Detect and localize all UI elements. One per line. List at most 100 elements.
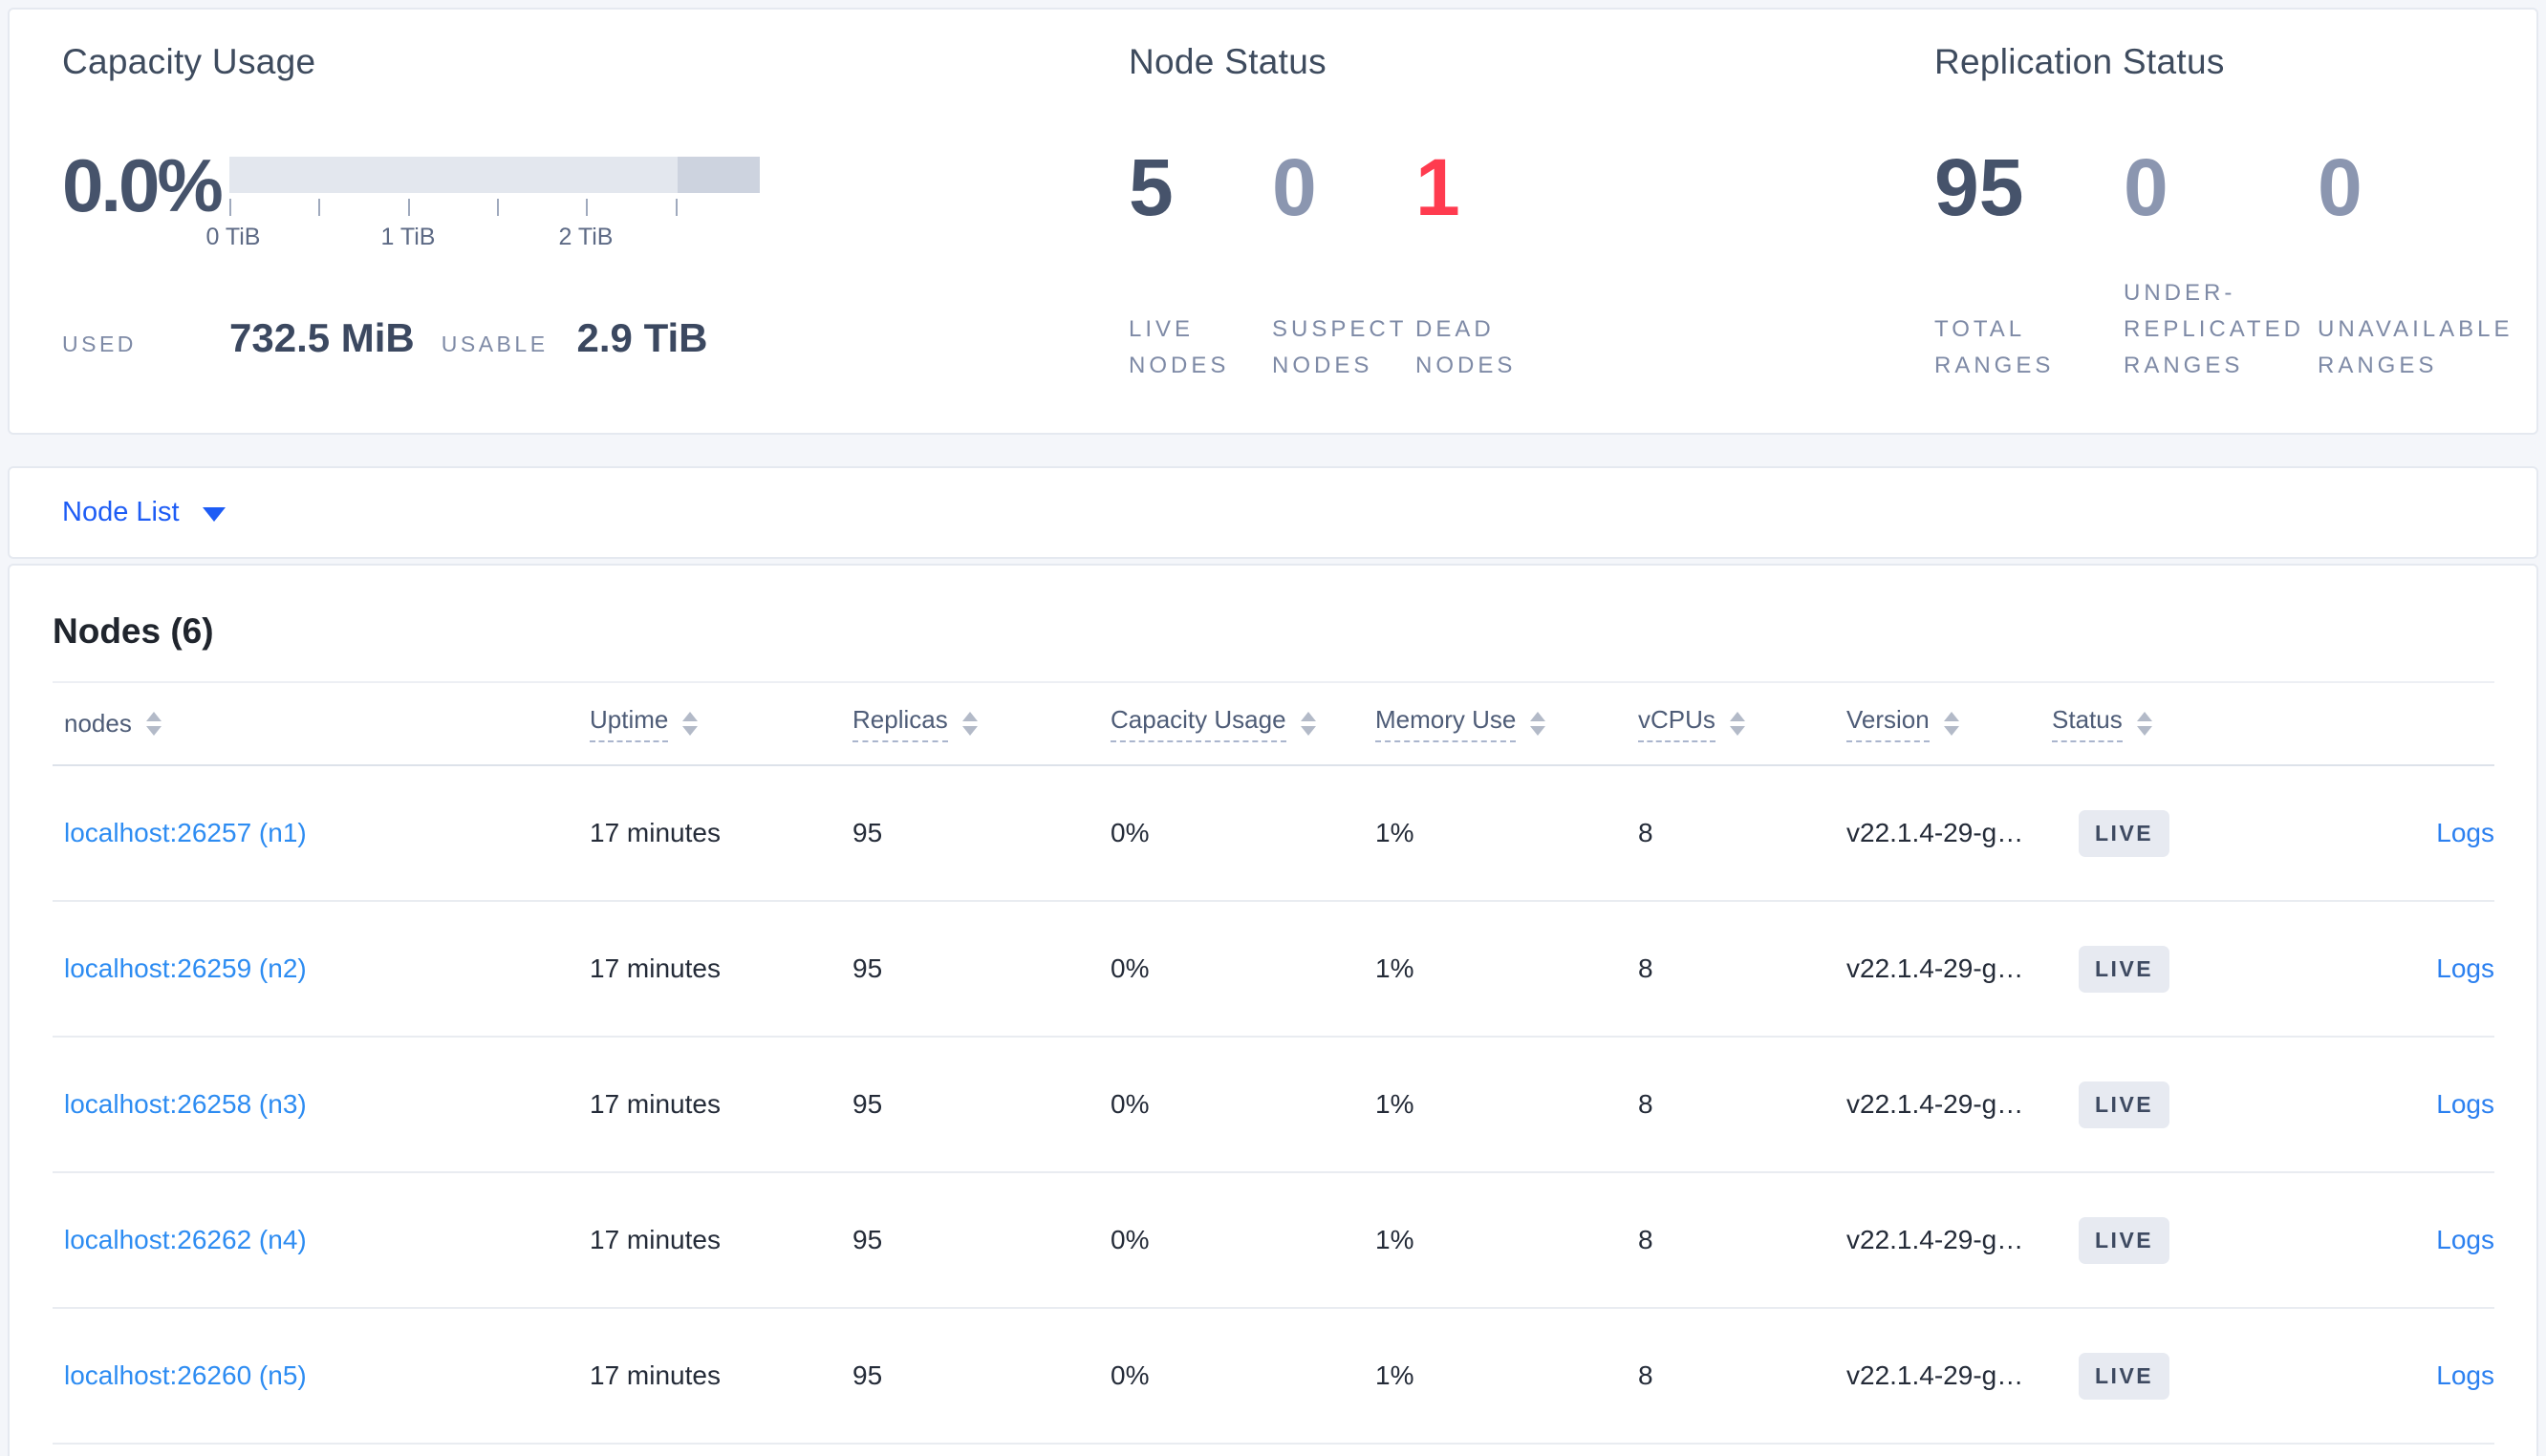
capacity-bar-chart: 0 TiB 1 TiB 2 TiB (206, 155, 760, 254)
nodes-table-title: Nodes (6) (53, 611, 214, 651)
axis-tick (229, 199, 231, 216)
table-header-row: nodes Uptime Replicas Capacity Usage Mem… (53, 681, 2494, 766)
capacity-usage-title: Capacity Usage (62, 42, 316, 81)
logs-link[interactable]: Logs (2436, 1360, 2494, 1390)
column-header-capacity-usage[interactable]: Capacity Usage (1111, 705, 1375, 742)
used-value: 732.5 MiB (229, 315, 415, 360)
node-link[interactable]: localhost:26259 (n2) (64, 953, 307, 983)
capacity-bar (229, 157, 760, 193)
axis-tick (408, 199, 410, 216)
logs-link[interactable]: Logs (2436, 818, 2494, 847)
column-header-status[interactable]: Status (2052, 705, 2272, 742)
axis-tick (676, 199, 678, 216)
node-link[interactable]: localhost:26257 (n1) (64, 818, 307, 847)
cluster-summary-panel: Capacity Usage 0.0% 0 TiB 1 TiB 2 TiB US… (8, 8, 2538, 435)
suspect-nodes-count: 0 (1272, 142, 1317, 232)
capacity-usage-section: Capacity Usage 0.0% 0 TiB 1 TiB 2 TiB US… (62, 10, 1129, 433)
node-link[interactable]: localhost:26260 (n5) (64, 1360, 307, 1390)
replicas-cell: 95 (852, 1360, 883, 1390)
replicas-cell: 95 (852, 1089, 883, 1119)
uptime-cell: 17 minutes (590, 953, 721, 983)
vcpus-cell: 8 (1638, 818, 1653, 847)
live-nodes-count: 5 (1129, 142, 1174, 232)
sort-icon (1729, 712, 1745, 736)
capacity-used-percent: 0.0% (62, 143, 224, 227)
vcpus-cell: 8 (1638, 953, 1653, 983)
view-selector-bar: Node List (8, 466, 2538, 559)
under-replicated-ranges-stat: 0 UNDER- REPLICATED RANGES (2124, 142, 2318, 384)
dead-nodes-count: 1 (1415, 142, 1460, 232)
total-ranges-stat: 95 TOTAL RANGES (1934, 142, 2124, 384)
axis-tick (318, 199, 320, 216)
version-cell: v22.1.4-29-g… (1846, 1089, 2024, 1119)
unavailable-ranges-count: 0 (2318, 142, 2363, 232)
node-link[interactable]: localhost:26262 (n4) (64, 1225, 307, 1254)
replication-status-title: Replication Status (1934, 42, 2225, 81)
replicas-cell: 95 (852, 1225, 883, 1254)
logs-link[interactable]: Logs (2436, 953, 2494, 983)
node-status-title: Node Status (1129, 42, 1327, 81)
column-header-replicas[interactable]: Replicas (852, 705, 1111, 742)
capacity-usage-cell: 0% (1111, 953, 1150, 983)
sort-icon (961, 712, 978, 736)
vcpus-cell: 8 (1638, 1089, 1653, 1119)
logs-link[interactable]: Logs (2436, 1225, 2494, 1254)
axis-label: 0 TiB (205, 224, 261, 250)
table-row: localhost:26257 (n1) 17 minutes 95 0% 1%… (53, 766, 2494, 902)
table-row: localhost:26262 (n4) 17 minutes 95 0% 1%… (53, 1173, 2494, 1309)
axis-label: 1 TiB (380, 224, 436, 250)
used-label: USED (62, 332, 137, 356)
column-header-memory-use[interactable]: Memory Use (1375, 705, 1638, 742)
version-cell: v22.1.4-29-g… (1846, 1225, 2024, 1254)
memory-use-cell: 1% (1375, 953, 1414, 983)
capacity-usage-footer: USED 732.5 MiB USABLE 2.9 TiB (62, 315, 1129, 361)
column-header-version[interactable]: Version (1846, 705, 2052, 742)
status-badge: LIVE (2079, 1352, 2170, 1400)
node-link[interactable]: localhost:26258 (n3) (64, 1089, 307, 1119)
under-replicated-ranges-count: 0 (2124, 142, 2168, 232)
status-badge: LIVE (2079, 1216, 2170, 1264)
logs-link[interactable]: Logs (2436, 1089, 2494, 1119)
version-cell: v22.1.4-29-g… (1846, 1360, 2024, 1390)
replication-status-section: Replication Status 95 TOTAL RANGES 0 UND… (1934, 10, 2536, 433)
usable-value: 2.9 TiB (576, 315, 708, 360)
table-row: localhost:26258 (n3) 17 minutes 95 0% 1%… (53, 1038, 2494, 1173)
nodes-table-panel: Nodes (6) nodes Uptime Replicas Capacity… (8, 564, 2538, 1456)
sort-icon (1943, 712, 1959, 736)
status-badge: LIVE (2079, 1081, 2170, 1128)
node-status-section: Node Status 5 LIVE NODES 0 SUSPECT NODES… (1129, 10, 1934, 433)
node-list-dropdown[interactable]: Node List (62, 497, 180, 528)
suspect-nodes-stat: 0 SUSPECT NODES (1272, 142, 1415, 384)
capacity-usage-cell: 0% (1111, 1225, 1150, 1254)
table-row: localhost:26260 (n5) 17 minutes 95 0% 1%… (53, 1309, 2494, 1445)
column-header-vcpus[interactable]: vCPUs (1638, 705, 1846, 742)
capacity-axis-ticks (229, 199, 760, 217)
column-header-nodes[interactable]: nodes (53, 709, 590, 739)
axis-tick (586, 199, 588, 216)
uptime-cell: 17 minutes (590, 1360, 721, 1390)
uptime-cell: 17 minutes (590, 818, 721, 847)
under-replicated-ranges-label: UNDER- REPLICATED RANGES (2124, 280, 2304, 378)
capacity-usage-cell: 0% (1111, 1360, 1150, 1390)
memory-use-cell: 1% (1375, 1360, 1414, 1390)
replicas-cell: 95 (852, 818, 883, 847)
total-ranges-count: 95 (1934, 142, 2024, 232)
sort-icon (145, 712, 162, 736)
version-cell: v22.1.4-29-g… (1846, 953, 2024, 983)
capacity-usage-cell: 0% (1111, 1089, 1150, 1119)
unavailable-ranges-label: UNAVAILABLE RANGES (2318, 316, 2514, 378)
table-row: localhost:26259 (n2) 17 minutes 95 0% 1%… (53, 902, 2494, 1038)
sort-icon (1530, 712, 1546, 736)
replicas-cell: 95 (852, 953, 883, 983)
status-badge: LIVE (2079, 809, 2170, 857)
dead-nodes-stat: 1 DEAD NODES (1415, 142, 1516, 384)
uptime-cell: 17 minutes (590, 1089, 721, 1119)
live-nodes-label: LIVE NODES (1129, 316, 1230, 378)
usable-label: USABLE (441, 332, 549, 356)
version-cell: v22.1.4-29-g… (1846, 818, 2024, 847)
column-header-uptime[interactable]: Uptime (590, 705, 852, 742)
sort-icon (2136, 712, 2152, 736)
vcpus-cell: 8 (1638, 1360, 1653, 1390)
total-ranges-label: TOTAL RANGES (1934, 316, 2055, 378)
uptime-cell: 17 minutes (590, 1225, 721, 1254)
